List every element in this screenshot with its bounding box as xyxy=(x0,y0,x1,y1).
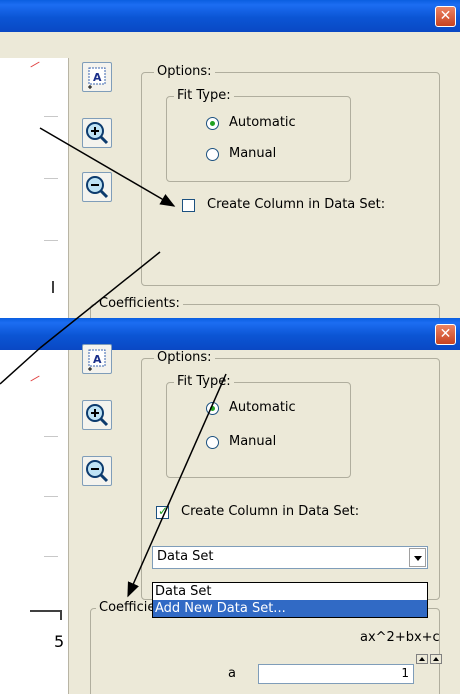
annotation-arrow xyxy=(39,127,176,207)
annotation-arrow xyxy=(39,251,161,349)
annotation-arrow xyxy=(0,347,41,385)
annotation-arrow-hidden xyxy=(128,252,160,298)
annotation-arrows xyxy=(0,127,227,598)
annotation-arrow xyxy=(127,373,227,598)
